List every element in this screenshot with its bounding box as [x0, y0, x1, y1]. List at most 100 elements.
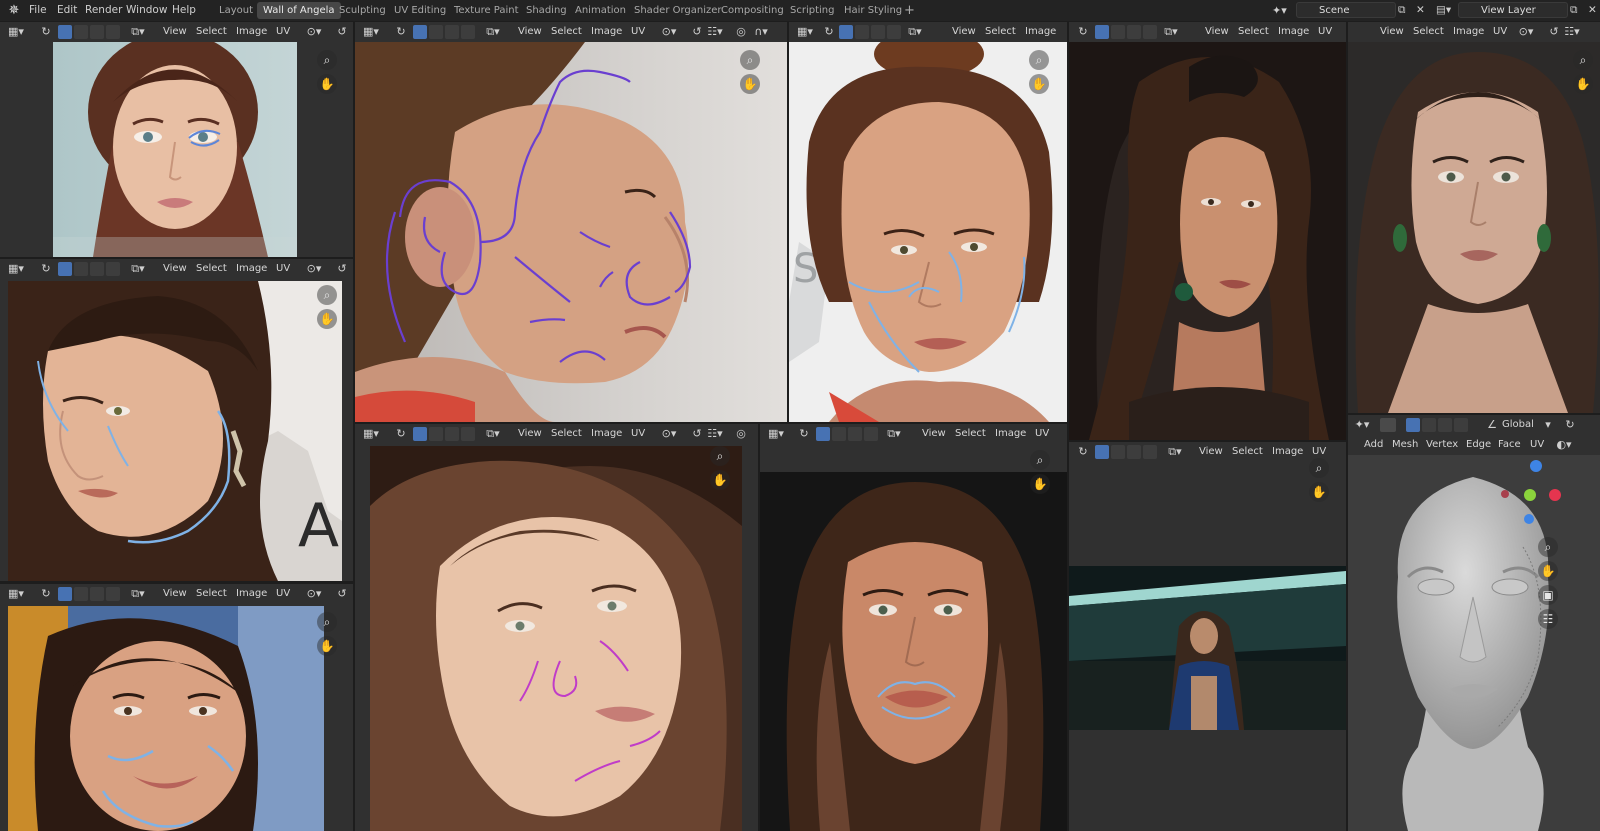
- zoom-icon[interactable]: ⌕: [710, 446, 730, 466]
- edge-select-button[interactable]: [74, 262, 88, 276]
- face-select-button[interactable]: [1127, 445, 1141, 459]
- menu-view[interactable]: View: [1380, 22, 1404, 42]
- pan-hand-icon[interactable]: ✋: [1573, 74, 1593, 94]
- pivot-icon[interactable]: ⊙▾: [1518, 24, 1534, 40]
- menu-image[interactable]: Image: [236, 22, 267, 42]
- sticky-select-icon[interactable]: ⧉▾: [886, 426, 902, 442]
- snap-icon[interactable]: ↺: [334, 24, 350, 40]
- menu-image[interactable]: Image: [236, 259, 267, 279]
- editor-type-icon[interactable]: ▦▾: [8, 586, 24, 602]
- menu-window[interactable]: Window: [126, 0, 167, 21]
- menu-uv[interactable]: UV: [631, 22, 645, 42]
- transform-orientation-dropdown[interactable]: Global: [1502, 415, 1534, 435]
- proportional-edit-icon[interactable]: ◎: [733, 426, 749, 442]
- sync-icon[interactable]: ↻: [796, 426, 812, 442]
- menu-select[interactable]: Select: [196, 259, 227, 279]
- workspace-tab-shader-organizer[interactable]: Shader Organizer: [628, 2, 728, 19]
- image-editor-5[interactable]: ▦▾ ↻ ⧉▾ View Select Image S ⌕ ✋: [789, 22, 1067, 422]
- menu-select[interactable]: Select: [1238, 22, 1269, 42]
- menu-add[interactable]: Add: [1364, 435, 1383, 455]
- editor-type-icon[interactable]: ▦▾: [797, 24, 813, 40]
- vertex-select-button[interactable]: [58, 262, 72, 276]
- face-select-button[interactable]: [871, 25, 885, 39]
- gizmo-z-axis[interactable]: [1530, 460, 1542, 472]
- menu-view[interactable]: View: [163, 22, 187, 42]
- overlay-toggle-icon[interactable]: ◐▾: [1556, 437, 1572, 453]
- menu-view[interactable]: View: [922, 424, 946, 444]
- sticky-select-icon[interactable]: ⧉▾: [485, 24, 501, 40]
- zoom-icon[interactable]: ⌕: [317, 50, 337, 70]
- image-editor-2[interactable]: ▦▾ ↻ ⧉▾ View Select Image UV ⊙▾ ↺ A ⌕ ✋: [0, 259, 353, 581]
- gizmo-neg-z-axis[interactable]: [1524, 514, 1534, 524]
- menu-uv[interactable]: UV: [631, 424, 645, 444]
- menu-view[interactable]: View: [518, 424, 542, 444]
- image-editor-8[interactable]: ▦▾ ↻ ⧉▾ View Select Image UV ⊙▾ ↺ ☷▾ ◎ ⌕…: [355, 424, 758, 831]
- sync-icon[interactable]: ↻: [38, 261, 54, 277]
- island-select-button[interactable]: [106, 25, 120, 39]
- menu-uv[interactable]: UV: [1530, 435, 1544, 455]
- vertex-select-button[interactable]: [413, 25, 427, 39]
- island-select-button[interactable]: [1143, 25, 1157, 39]
- menu-face[interactable]: Face: [1498, 435, 1521, 455]
- sticky-select-icon[interactable]: ⧉▾: [1167, 444, 1183, 460]
- menu-select[interactable]: Select: [551, 424, 582, 444]
- island-select-button[interactable]: [461, 25, 475, 39]
- face-select-button[interactable]: [445, 25, 459, 39]
- transform-pivot-icon[interactable]: ↻: [1562, 417, 1578, 433]
- vertex-select-button[interactable]: [1095, 445, 1109, 459]
- snap-target-icon[interactable]: ☷▾: [707, 426, 723, 442]
- image-editor-3[interactable]: ▦▾ ↻ ⧉▾ View Select Image UV ⊙▾ ↺ ⌕ ✋: [0, 584, 353, 831]
- scene-icon[interactable]: ✦▾: [1272, 0, 1287, 21]
- menu-select[interactable]: Select: [1232, 442, 1263, 462]
- snap-target-icon[interactable]: ☷▾: [1564, 24, 1580, 40]
- menu-image[interactable]: Image: [1272, 442, 1303, 462]
- image-editor-6[interactable]: ↻ ⧉▾ View Select Image UV: [1069, 22, 1346, 440]
- image-editor-1[interactable]: ▦▾ ↻ ⧉▾ View Select Image UV ⊙▾ ↺ ⌕ ✋: [0, 22, 353, 257]
- menu-select[interactable]: Select: [196, 584, 227, 604]
- face-select-button[interactable]: [90, 587, 104, 601]
- editor-type-icon[interactable]: ▦▾: [363, 24, 379, 40]
- pan-hand-icon[interactable]: ✋: [1538, 561, 1558, 581]
- menu-edge[interactable]: Edge: [1466, 435, 1491, 455]
- transform-orientation-icon[interactable]: ∠: [1484, 417, 1500, 433]
- sync-icon[interactable]: ↻: [393, 24, 409, 40]
- camera-icon[interactable]: ▣: [1538, 585, 1558, 605]
- image-editor-10[interactable]: ↻ ⧉▾ View Select Image UV ⌕ ✋: [1069, 442, 1346, 831]
- editor-type-icon[interactable]: ✦▾: [1354, 417, 1370, 433]
- proportional-edit-icon[interactable]: ◎: [733, 24, 749, 40]
- pan-hand-icon[interactable]: ✋: [710, 470, 730, 490]
- menu-vertex[interactable]: Vertex: [1426, 435, 1458, 455]
- edge-select-button[interactable]: [1111, 25, 1125, 39]
- editor-type-icon[interactable]: ▦▾: [8, 261, 24, 277]
- menu-file[interactable]: File: [29, 0, 47, 21]
- vertex-select-button[interactable]: [413, 427, 427, 441]
- pivot-icon[interactable]: ⊙▾: [661, 24, 677, 40]
- sticky-select-icon[interactable]: ⧉▾: [1163, 24, 1179, 40]
- zoom-icon[interactable]: ⌕: [317, 285, 337, 305]
- vertex-select-button[interactable]: [58, 25, 72, 39]
- workspace-tab-uv-editing[interactable]: UV Editing: [388, 2, 452, 19]
- menu-uv[interactable]: UV: [1318, 22, 1332, 42]
- menu-render[interactable]: Render: [85, 0, 122, 21]
- sticky-select-icon[interactable]: ⧉▾: [907, 24, 923, 40]
- zoom-icon[interactable]: ⌕: [740, 50, 760, 70]
- menu-view[interactable]: View: [518, 22, 542, 42]
- chevron-down-icon[interactable]: ▾: [1540, 417, 1556, 433]
- face-select-button[interactable]: [445, 427, 459, 441]
- gizmo-neg-x-axis[interactable]: [1501, 490, 1509, 498]
- workspace-tab-shading[interactable]: Shading: [520, 2, 573, 19]
- sticky-select-icon[interactable]: ⧉▾: [130, 261, 146, 277]
- pivot-icon[interactable]: ⊙▾: [306, 261, 322, 277]
- workspace-tab-sculpting[interactable]: Sculpting: [333, 2, 392, 19]
- edge-select-button[interactable]: [429, 427, 443, 441]
- workspace-tab-hair-styling[interactable]: Hair Styling: [838, 2, 908, 19]
- island-select-button[interactable]: [106, 262, 120, 276]
- zoom-icon[interactable]: ⌕: [317, 612, 337, 632]
- face-select-button[interactable]: [90, 262, 104, 276]
- edge-select-button[interactable]: [1111, 445, 1125, 459]
- snap-icon[interactable]: ↺: [689, 426, 705, 442]
- face-select-button[interactable]: [848, 427, 862, 441]
- delete-scene-icon[interactable]: ✕: [1416, 0, 1425, 21]
- edge-select-button[interactable]: [855, 25, 869, 39]
- falloff-icon[interactable]: ∩▾: [753, 24, 769, 40]
